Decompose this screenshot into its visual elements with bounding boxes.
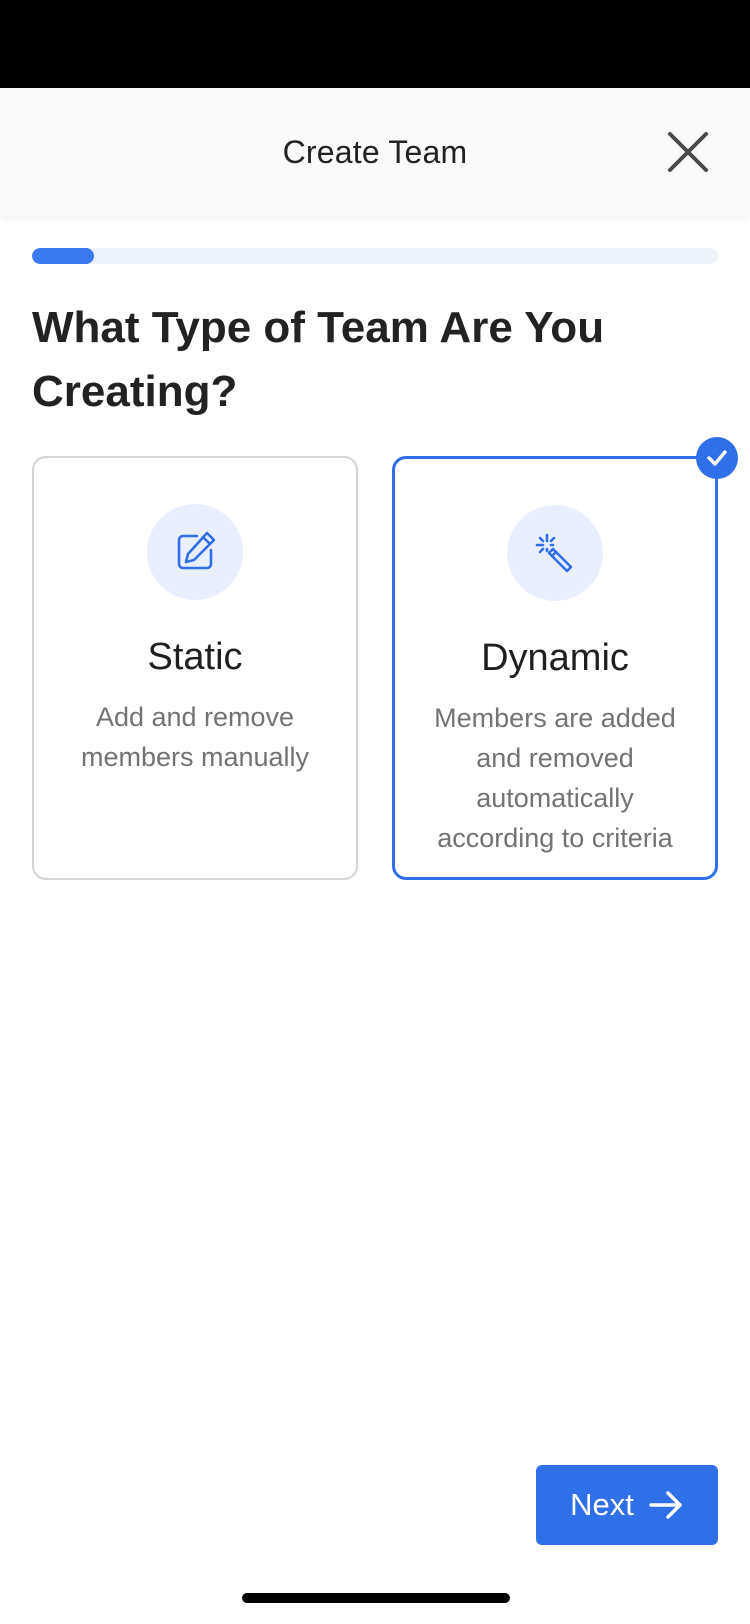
option-card-dynamic[interactable]: Dynamic Members are added and removed au… xyxy=(392,456,718,880)
magic-wand-icon xyxy=(507,505,603,601)
header: Create Team xyxy=(0,88,750,216)
progress-bar xyxy=(32,248,718,264)
arrow-right-icon xyxy=(649,1491,682,1519)
close-icon xyxy=(668,132,708,172)
selected-check-icon xyxy=(696,437,738,479)
next-button-label: Next xyxy=(570,1487,634,1522)
progress-bar-fill xyxy=(32,248,94,264)
home-indicator xyxy=(242,1593,510,1603)
question-heading: What Type of Team Are You Creating? xyxy=(32,303,605,416)
edit-pencil-icon xyxy=(147,504,243,600)
option-description: Members are added and removed automatica… xyxy=(434,703,676,853)
close-button[interactable] xyxy=(666,130,710,174)
next-button[interactable]: Next xyxy=(536,1465,718,1545)
page-title: Create Team xyxy=(282,133,468,170)
option-title: Dynamic xyxy=(481,637,629,679)
option-card-static[interactable]: Static Add and remove members manually xyxy=(32,456,358,880)
option-title: Static xyxy=(147,636,243,678)
status-bar xyxy=(0,0,750,88)
option-description: Add and remove members manually xyxy=(80,702,310,772)
